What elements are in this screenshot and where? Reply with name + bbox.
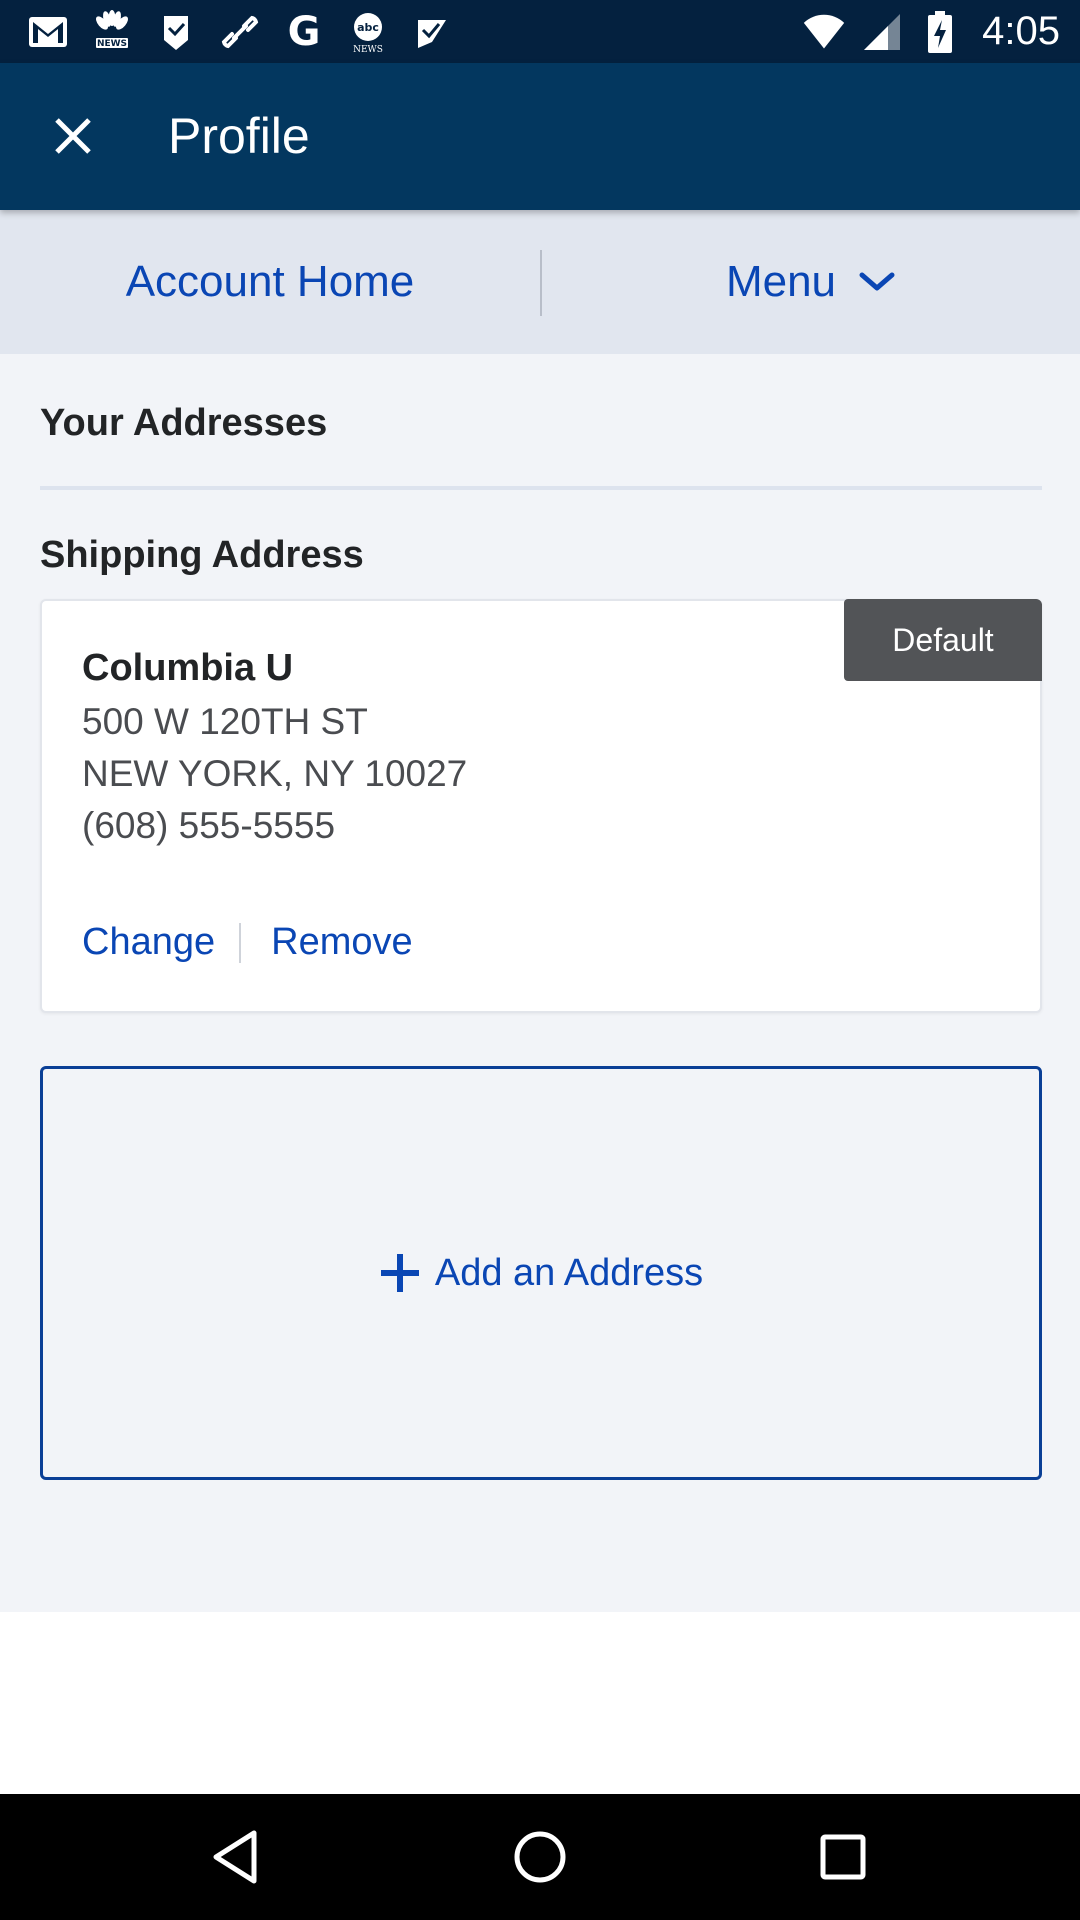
- wifi-icon: [802, 10, 846, 54]
- address-phone: (608) 555-5555: [82, 805, 336, 846]
- back-button[interactable]: [200, 1822, 270, 1892]
- system-status-icons: 4:05: [802, 0, 1060, 63]
- notification-icons: NEWS G abc NEWS: [26, 0, 454, 63]
- menu-label: Menu: [725, 257, 837, 306]
- recents-button[interactable]: [808, 1822, 878, 1892]
- back-icon: [213, 1830, 257, 1884]
- status-bar: NEWS G abc NEWS 4:05: [0, 0, 1080, 63]
- app-bar: Profile: [0, 63, 1080, 210]
- sub-nav: Account Home Menu: [0, 210, 1080, 354]
- home-icon: [514, 1831, 566, 1883]
- remove-address-link[interactable]: Remove: [271, 921, 413, 964]
- address-line-1: 500 W 120TH ST: [82, 701, 368, 742]
- close-icon: [55, 118, 91, 154]
- default-badge: Default: [844, 599, 1042, 681]
- check-tag-icon: [410, 10, 454, 54]
- abc-text: abc: [357, 21, 379, 34]
- address-card: Default Columbia U 500 W 120TH ST NEW YO…: [40, 599, 1042, 1013]
- address-line-2: NEW YORK, NY 10027: [82, 753, 468, 794]
- account-home-link[interactable]: Account Home: [0, 210, 540, 354]
- main-content: Your Addresses Shipping Address Default …: [0, 354, 1080, 1612]
- tag-icon: [154, 10, 198, 54]
- page-footer-space: [0, 1612, 1080, 1794]
- link-icon: [218, 10, 262, 54]
- add-address-button[interactable]: Add an Address: [40, 1066, 1042, 1480]
- page-title: Profile: [168, 108, 310, 164]
- plus-icon: [380, 1254, 419, 1292]
- divider: [40, 486, 1042, 490]
- battery-charging-icon: [918, 10, 962, 54]
- menu-dropdown[interactable]: Menu: [542, 210, 1080, 354]
- abc-news-icon: abc NEWS: [346, 10, 390, 54]
- signal-icon: [860, 10, 904, 54]
- home-button[interactable]: [505, 1822, 575, 1892]
- add-address-label: Add an Address: [434, 1251, 704, 1294]
- nbc-news-text: NEWS: [97, 39, 127, 49]
- recents-icon: [820, 1834, 866, 1880]
- account-home-label: Account Home: [125, 257, 415, 306]
- google-icon: G: [287, 8, 321, 55]
- abc-news-text: NEWS: [353, 45, 383, 54]
- system-nav-bar: [0, 1794, 1080, 1920]
- shipping-address-title: Shipping Address: [40, 534, 364, 576]
- section-title: Your Addresses: [40, 402, 328, 444]
- change-address-link[interactable]: Change: [82, 921, 215, 964]
- status-time: 4:05: [982, 9, 1060, 53]
- address-actions: Change Remove: [82, 921, 413, 964]
- nbc-news-icon: NEWS: [90, 9, 134, 54]
- chevron-down-icon: [859, 272, 895, 291]
- gmail-icon: [26, 10, 70, 54]
- close-button[interactable]: [40, 103, 106, 169]
- action-separator: [239, 922, 242, 963]
- address-name: Columbia U: [82, 647, 294, 689]
